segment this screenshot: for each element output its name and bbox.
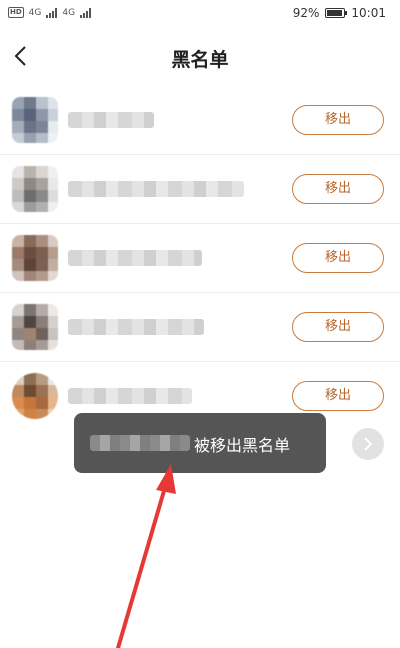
toast: 被移出黑名单 (74, 413, 326, 473)
toast-message: 被移出黑名单 (194, 436, 291, 455)
network-label-2: 4G (62, 7, 76, 18)
remove-button[interactable]: 移出 (292, 105, 384, 135)
battery-icon (325, 8, 348, 18)
toast-name-blurred (90, 435, 190, 451)
next-button[interactable] (352, 428, 384, 460)
avatar (12, 166, 58, 212)
remove-button[interactable]: 移出 (292, 312, 384, 342)
status-left: HD 4G 4G (8, 7, 92, 18)
signal-icon (80, 7, 92, 18)
avatar (12, 304, 58, 350)
remove-button[interactable]: 移出 (292, 243, 384, 273)
name-blurred (68, 250, 202, 266)
name-blurred (68, 181, 244, 197)
battery-percent: 92% (292, 6, 320, 20)
name-blurred (68, 319, 204, 335)
name-blurred (68, 388, 192, 404)
blocked-list: 移出 移出 移出 移出 移出 (0, 86, 400, 430)
list-item: 移出 (0, 86, 400, 155)
avatar (12, 235, 58, 281)
battery-fill (327, 10, 343, 16)
list-item: 移出 (0, 293, 400, 362)
remove-button[interactable]: 移出 (292, 381, 384, 411)
page-title: 黑名单 (171, 49, 229, 71)
clock: 10:01 (351, 6, 386, 20)
remove-button[interactable]: 移出 (292, 174, 384, 204)
signal-icon (46, 7, 58, 18)
avatar (12, 373, 58, 419)
chevron-right-icon (364, 437, 373, 451)
list-item: 移出 (0, 224, 400, 293)
status-right: 92% 10:01 (293, 6, 386, 20)
hd-badge: HD (8, 7, 24, 18)
avatar (12, 97, 58, 143)
list-item: 移出 (0, 155, 400, 224)
name-blurred (68, 112, 154, 128)
status-bar: HD 4G 4G 92% 10:01 (0, 0, 400, 28)
network-label-1: 4G (28, 7, 42, 18)
header: 黑名单 (0, 28, 400, 86)
